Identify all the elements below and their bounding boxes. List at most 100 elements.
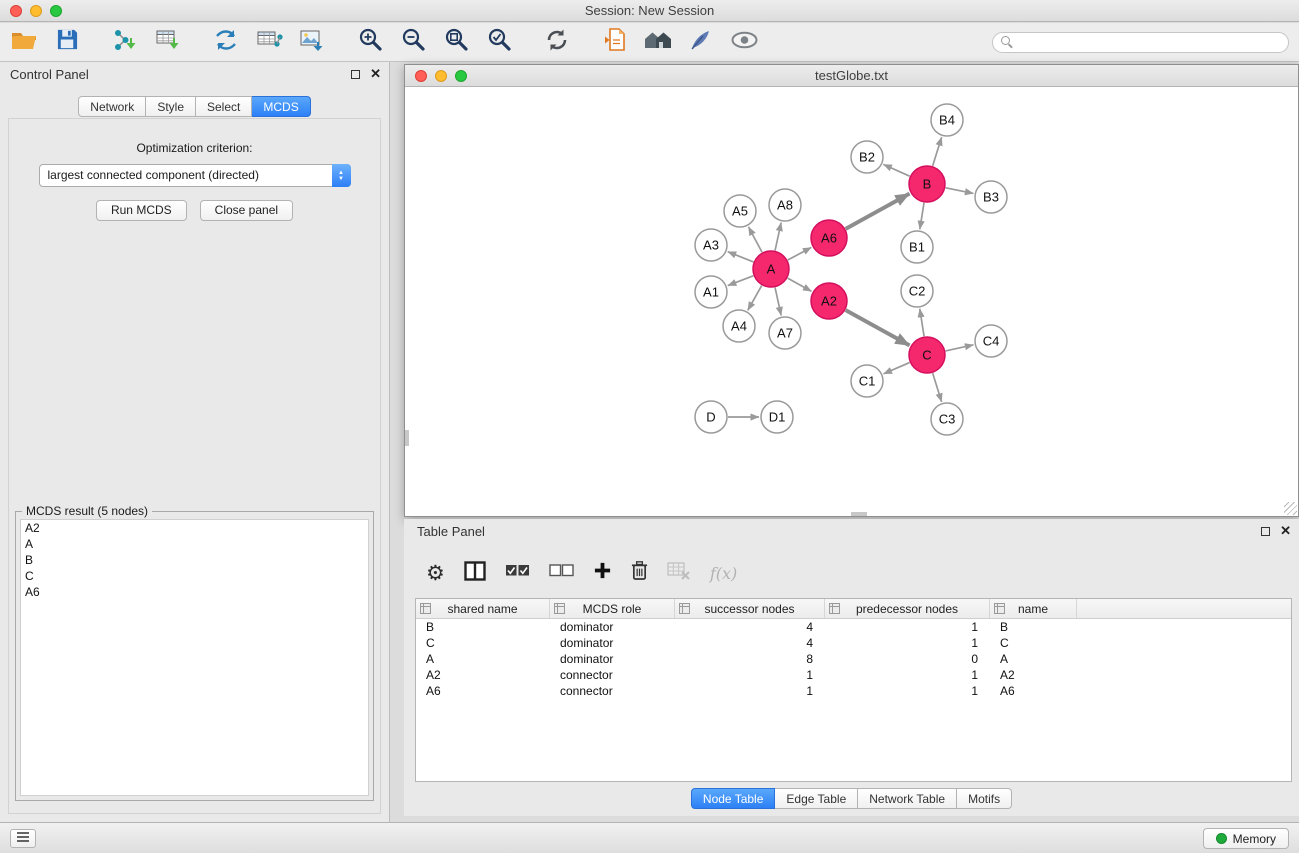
column-header[interactable]: shared name [416,599,550,618]
table-row[interactable]: Bdominator41B [416,619,1291,635]
graph-edge[interactable] [775,223,781,251]
resize-grip[interactable] [1284,502,1297,515]
mcds-result-item[interactable]: A2 [21,520,368,536]
graph-edge[interactable] [728,252,754,262]
graph-node[interactable]: C4 [975,325,1007,357]
graph-node[interactable]: A3 [695,229,727,261]
close-panel-icon[interactable]: ✕ [370,68,381,80]
import-table-button[interactable] [154,28,182,56]
graph-node[interactable]: C3 [931,403,963,435]
graph-node[interactable]: A5 [724,195,756,227]
column-header[interactable]: name [990,599,1077,618]
save-session-button[interactable] [53,28,81,56]
network-close-button[interactable] [415,70,427,82]
close-table-panel-icon[interactable]: ✕ [1280,525,1291,537]
network-zoom-button[interactable] [455,70,467,82]
table-row[interactable]: Adominator80A [416,651,1291,667]
graph-edge[interactable] [788,247,812,260]
table-row[interactable]: A2connector11A2 [416,667,1291,683]
create-column-button[interactable] [593,561,612,585]
tab-motifs[interactable]: Motifs [957,788,1012,809]
task-history-button[interactable] [10,829,36,848]
graph-edge[interactable] [884,363,910,374]
graph-edge[interactable] [946,188,974,194]
graph-node[interactable]: A1 [695,276,727,308]
mcds-result-item[interactable]: A [21,536,368,552]
zoom-in-button[interactable] [356,28,384,56]
graph-edge[interactable] [846,310,910,345]
minimize-window-button[interactable] [30,5,42,17]
column-header[interactable]: successor nodes [675,599,825,618]
export-network-button[interactable] [212,28,240,56]
graph-edge[interactable] [748,286,762,311]
graph-node[interactable]: D1 [761,401,793,433]
close-panel-button[interactable]: Close panel [200,200,293,221]
graph-edge[interactable] [933,137,942,166]
function-builder-button[interactable]: f(x) [710,564,737,583]
graph-node[interactable]: B1 [901,231,933,263]
close-window-button[interactable] [10,5,22,17]
session-document-button[interactable] [601,28,629,56]
search-input[interactable] [1018,34,1280,50]
show-graphics-button[interactable] [730,28,758,56]
graph-node[interactable]: B2 [851,141,883,173]
horizontal-scrollbar-thumb[interactable] [851,512,867,516]
graph-edge[interactable] [748,227,762,252]
open-session-button[interactable] [10,28,38,56]
export-table-button[interactable] [255,28,283,56]
graph-node[interactable]: C [909,337,945,373]
tab-network[interactable]: Network [78,96,146,117]
graph-edge[interactable] [946,345,974,351]
table-settings-button[interactable]: ⚙ [426,563,445,584]
show-columns-button[interactable] [464,561,486,586]
tab-node-table[interactable]: Node Table [691,788,776,809]
column-header[interactable]: predecessor nodes [825,599,990,618]
graph-node[interactable]: A4 [723,310,755,342]
network-canvas[interactable]: B4B2BB3A5A8A6B1A3AC2A1A2A4A7C4CC1C3DD1 [405,87,1298,516]
memory-button[interactable]: Memory [1203,828,1289,849]
column-header[interactable]: MCDS role [550,599,675,618]
export-image-button[interactable] [298,28,326,56]
mcds-result-list[interactable]: A2ABCA6 [20,519,369,796]
apply-layout-button[interactable] [543,28,571,56]
run-mcds-button[interactable]: Run MCDS [96,200,187,221]
zoom-window-button[interactable] [50,5,62,17]
float-panel-icon[interactable] [351,70,360,79]
graph-node[interactable]: B3 [975,181,1007,213]
float-table-panel-icon[interactable] [1261,527,1270,536]
delete-column-button[interactable] [631,560,648,586]
home-button[interactable] [644,28,672,56]
graph-edge[interactable] [920,309,924,336]
tab-style[interactable]: Style [146,96,196,117]
graph-edge[interactable] [728,276,753,286]
graph-node[interactable]: B [909,166,945,202]
table-row[interactable]: Cdominator41C [416,635,1291,651]
graph-node[interactable]: A [753,251,789,287]
graph-node[interactable]: C1 [851,365,883,397]
tab-edge-table[interactable]: Edge Table [775,788,858,809]
network-minimize-button[interactable] [435,70,447,82]
graph-edge[interactable] [846,194,910,229]
table-row[interactable]: A6connector11A6 [416,683,1291,699]
deselect-all-button[interactable] [549,564,574,582]
graph-node[interactable]: D [695,401,727,433]
criterion-dropdown[interactable]: largest connected component (directed) ▲… [39,164,351,187]
tab-network-table[interactable]: Network Table [858,788,957,809]
graph-edge[interactable] [788,278,812,291]
zoom-out-button[interactable] [399,28,427,56]
zoom-fit-button[interactable] [442,28,470,56]
graph-node[interactable]: C2 [901,275,933,307]
graph-node[interactable]: B4 [931,104,963,136]
import-network-button[interactable] [111,28,139,56]
graph-edge[interactable] [883,164,909,176]
graph-edge[interactable] [775,288,781,316]
annotation-pen-button[interactable] [687,28,715,56]
search-box[interactable] [992,32,1289,53]
mcds-result-item[interactable]: B [21,552,368,568]
tab-select[interactable]: Select [196,96,252,117]
zoom-selected-button[interactable] [485,28,513,56]
graph-edge[interactable] [920,203,924,229]
graph-node[interactable]: A7 [769,317,801,349]
delete-table-button[interactable] [667,562,691,585]
mcds-result-item[interactable]: A6 [21,584,368,600]
